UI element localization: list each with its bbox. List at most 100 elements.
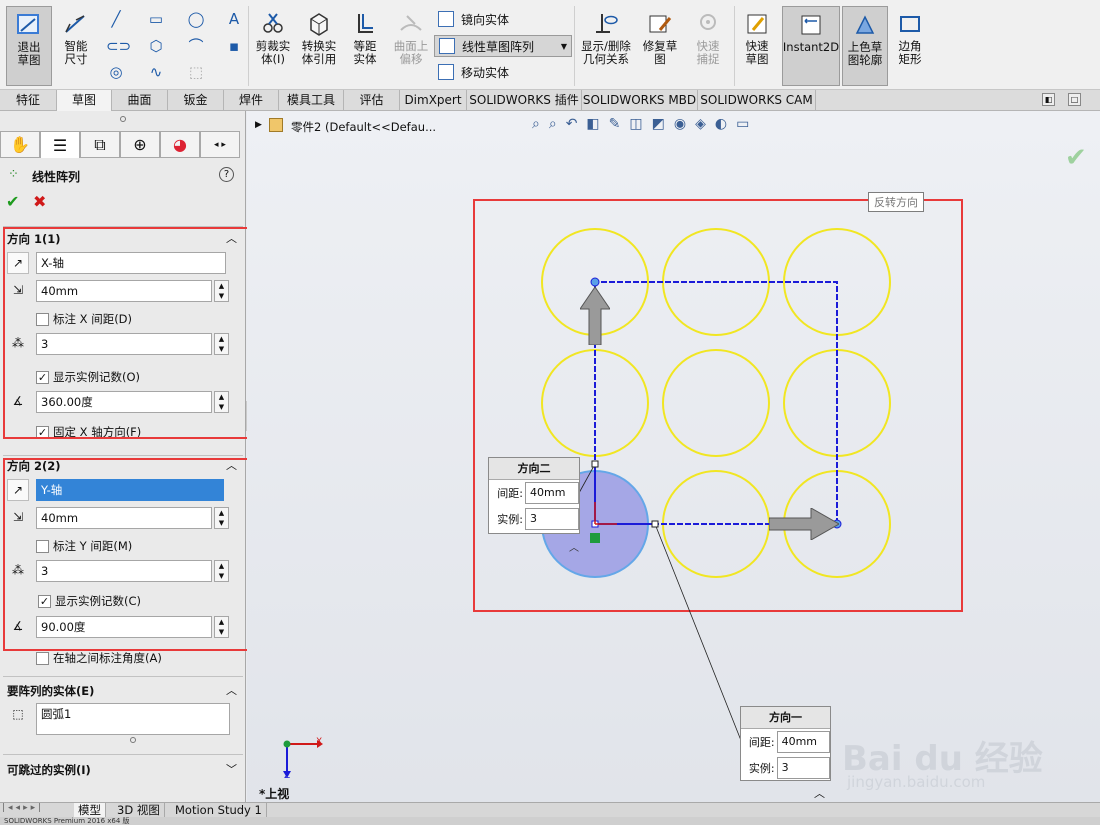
instances-label: 实例:	[497, 513, 523, 526]
tab-weldments[interactable]: 焊件	[224, 90, 279, 111]
direction2-highlight-box	[3, 458, 264, 651]
watermark-url: jingyan.baidu.com	[847, 773, 986, 791]
tab-3d-views[interactable]: 3D 视图	[113, 803, 165, 818]
status-bar-text: SOLIDWORKS Premium 2016 x64 版	[4, 817, 130, 825]
ribbon-separator	[574, 6, 575, 86]
move-icon	[438, 64, 454, 80]
tab-sheet-metal[interactable]: 钣金	[168, 90, 224, 111]
collapse-chevron-icon[interactable]: ︿	[226, 682, 237, 698]
move-entities-button[interactable]: 移动实体	[434, 61, 509, 83]
tab-scroll-arrows-icon[interactable]: ◂ ▸	[200, 131, 240, 158]
direction1-spacing-field[interactable]: 40mm	[776, 731, 830, 753]
command-manager-tabs: 特征 草图 曲面 钣金 焊件 模具工具 评估 DimXpert SOLIDWOR…	[0, 90, 1100, 111]
shaded-sketch-contours-button[interactable]: 上色草图轮廓	[842, 6, 888, 86]
corner-rectangle-icon	[900, 16, 920, 32]
ribbon-separator	[248, 6, 249, 86]
display-delete-relations-button[interactable]: 显示/删除几何关系	[578, 6, 634, 66]
direction1-box-title: 方向一	[741, 707, 830, 729]
offset-on-surface-button[interactable]: 曲面上偏移	[390, 6, 432, 66]
repair-icon	[649, 15, 672, 33]
circle-tool-icon[interactable]: ◯	[186, 10, 206, 28]
line-tool-icon[interactable]: ╱	[106, 10, 126, 28]
instances-to-skip-header[interactable]: 可跳过的实例(I)	[7, 762, 91, 778]
display-manager-tab-icon[interactable]: ◕	[160, 131, 200, 158]
view-orientation-label: *上视	[259, 787, 290, 801]
linear-pattern-icon: ⁘	[8, 167, 19, 182]
dimxpert-manager-tab-icon[interactable]: ⊕	[120, 131, 160, 158]
panel-maximize-icon[interactable]: □	[1068, 93, 1081, 106]
plane-tool-icon[interactable]: ⬚	[186, 63, 206, 81]
dropdown-arrow-icon: ▼	[560, 41, 567, 51]
linear-pattern-icon	[439, 38, 455, 54]
polygon-tool-icon[interactable]: ⬡	[146, 37, 166, 55]
trim-entities-button[interactable]: 剪裁实体(I)	[252, 6, 294, 66]
tab-sketch[interactable]: 草图	[57, 90, 112, 111]
instant2d-icon	[801, 15, 821, 35]
graphics-area[interactable]: ▶ 零件2 (Default<<Defau... ⌕⌕↶◧✎◫◩◉◈◐▭ ✔ 反…	[247, 111, 1100, 802]
entities-selection-icon: ⬚	[12, 707, 24, 721]
smart-dimension-button[interactable]: 智能尺寸	[54, 6, 98, 66]
slot-tool-icon[interactable]: ⊂⊃	[106, 37, 131, 55]
convert-icon	[310, 13, 328, 36]
mirror-entities-button[interactable]: 镜向实体	[434, 8, 509, 30]
entities-selection-box[interactable]: 圆弧1	[36, 703, 230, 735]
cancel-x-icon[interactable]: ✖	[33, 192, 46, 211]
spline-tool-icon[interactable]: ∿	[146, 63, 166, 81]
list-resize-handle[interactable]	[130, 737, 136, 743]
ellipse-tool-icon[interactable]: ◎	[106, 63, 126, 81]
fillet-tool-icon[interactable]: ⌒	[186, 37, 206, 55]
direction2-arrow-icon[interactable]	[580, 285, 610, 345]
instant2d-button[interactable]: Instant2D	[782, 6, 840, 86]
pattern-direction-lines: ︿	[569, 277, 842, 744]
expand-chevron-icon[interactable]: ﹀	[226, 761, 237, 777]
triad-z-label: Z	[284, 771, 291, 781]
panel-restore-icon[interactable]: ◧	[1042, 93, 1055, 106]
point-tool-icon[interactable]: ▪	[224, 37, 244, 55]
relations-icon	[596, 14, 618, 33]
quick-snaps-button[interactable]: 快速捕捉	[688, 6, 728, 66]
instances-label: 实例:	[748, 762, 775, 775]
panel-splitter-handle[interactable]	[120, 116, 126, 122]
tab-surfaces[interactable]: 曲面	[112, 90, 168, 111]
linear-sketch-pattern-button[interactable]: 线性草图阵列 ▼	[434, 35, 572, 57]
tab-solidworks-mbd[interactable]: SOLIDWORKS MBD	[582, 90, 698, 111]
corner-rectangle-button[interactable]: 边角矩形	[890, 6, 930, 66]
help-icon[interactable]: ?	[219, 167, 234, 182]
convert-entities-button[interactable]: 转换实体引用	[298, 6, 340, 66]
quick-snap-icon	[700, 14, 716, 30]
feature-manager-tab-icon[interactable]: ✋	[0, 131, 40, 158]
direction2-spacing-field[interactable]: 40mm	[525, 482, 579, 504]
manager-tabs: ✋ ☰ ⧉ ⊕ ◕ ◂ ▸	[0, 131, 246, 158]
direction2-count-field[interactable]: 3	[525, 508, 579, 530]
tab-solidworks-addins[interactable]: SOLIDWORKS 插件	[467, 90, 582, 111]
property-manager-tab-icon[interactable]: ☰	[40, 131, 80, 158]
entities-to-pattern-header[interactable]: 要阵列的实体(E)	[7, 683, 94, 699]
exit-sketch-button[interactable]: 退出草图	[6, 6, 52, 86]
shaded-contour-icon	[855, 15, 875, 34]
checkbox-box	[36, 651, 49, 665]
repair-sketch-button[interactable]: 修复草图	[640, 6, 680, 66]
configuration-manager-tab-icon[interactable]: ⧉	[80, 131, 120, 158]
tab-motion-study-1[interactable]: Motion Study 1	[171, 803, 267, 818]
text-tool-icon[interactable]: A	[224, 10, 244, 28]
offset-entities-button[interactable]: 等距实体	[344, 6, 386, 66]
ok-check-icon[interactable]: ✔	[6, 192, 19, 211]
direction1-dimension-box: 方向一 间距: 40mm 实例: 3	[740, 706, 831, 781]
tab-features[interactable]: 特征	[0, 90, 57, 111]
dimension-angle-between-axes-checkbox[interactable]: 在轴之间标注角度(A)	[36, 650, 162, 666]
collapse-chevron-icon[interactable]: ︿	[814, 785, 825, 801]
tab-mold-tools[interactable]: 模具工具	[279, 90, 344, 111]
tab-scroll-arrows-icon[interactable]: |◂◂▸▸|	[2, 803, 44, 813]
skip-separator	[3, 754, 243, 755]
direction1-count-field[interactable]: 3	[776, 757, 830, 779]
rectangle-tool-icon[interactable]: ▭	[146, 10, 166, 28]
rapid-sketch-button[interactable]: 快速草图	[736, 6, 778, 66]
tab-solidworks-cam[interactable]: SOLIDWORKS CAM	[698, 90, 816, 111]
tab-dimxpert[interactable]: DimXpert	[400, 90, 467, 111]
tab-model[interactable]: 模型	[74, 803, 106, 818]
direction2-box-title: 方向二	[489, 458, 579, 480]
ribbon-separator	[734, 6, 735, 86]
entities-separator	[3, 676, 243, 677]
tab-evaluate[interactable]: 评估	[344, 90, 400, 111]
direction1-arrow-icon[interactable]	[769, 508, 839, 540]
